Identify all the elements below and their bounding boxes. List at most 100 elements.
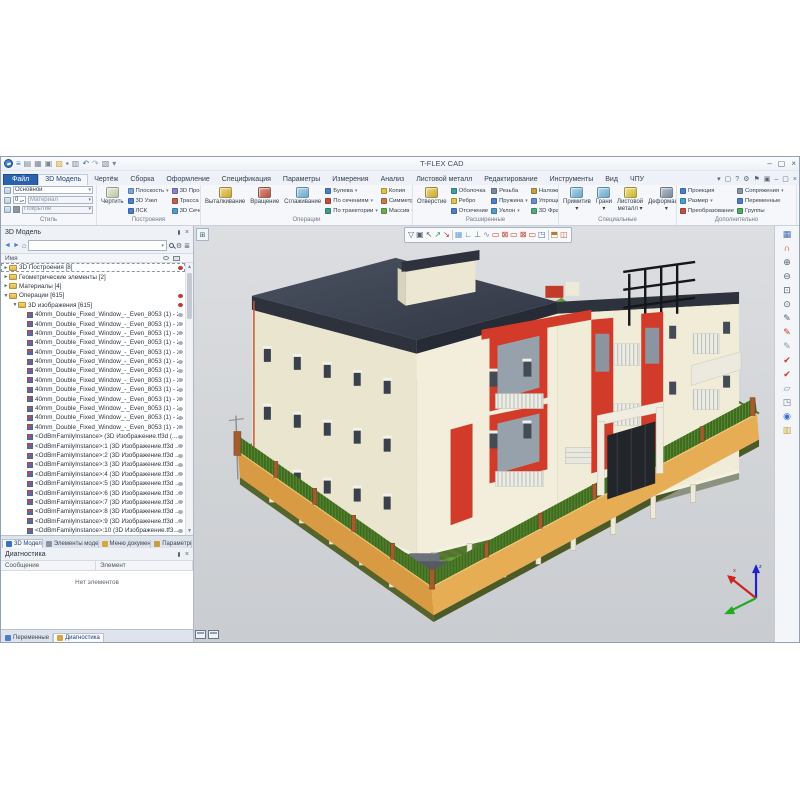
doc-restore-icon[interactable]: ▢ (782, 175, 789, 183)
visibility-eye-icon[interactable] (178, 444, 183, 448)
workspace-icon[interactable]: ▣ (764, 175, 771, 183)
select-field[interactable]: Основной▾ (13, 186, 93, 194)
visibility-eye-icon[interactable] (178, 360, 183, 364)
doc-close-icon[interactable]: × (793, 176, 797, 183)
new-window-icon[interactable]: ▣ (45, 159, 53, 169)
visibility-eye-icon[interactable] (178, 519, 183, 523)
panel-tab[interactable]: Меню докумен... (99, 540, 152, 548)
minimize-button[interactable]: – (767, 159, 771, 168)
pin-icon[interactable] (178, 230, 180, 235)
workplane-icon[interactable]: ▦ (455, 228, 463, 242)
spin-field[interactable]: 0▴▾ (13, 196, 26, 204)
visibility-eye-icon[interactable] (178, 454, 183, 458)
snap-on-icon[interactable]: ↗ (434, 228, 441, 242)
ribbon-button[interactable]: Вращение (249, 186, 280, 206)
ribbon-button[interactable]: Симметрия (381, 196, 413, 206)
fragment-icon[interactable]: ◫ (560, 228, 568, 242)
tree-item[interactable]: <OdBmFamilyInstance>:8 (3D Изображение.t… (1, 507, 185, 516)
tree-item[interactable]: ►Материалы [4] (1, 282, 185, 291)
tree-item[interactable]: 40mm_Double_Fixed_Window_-_Even_8053 (1)… (1, 404, 185, 413)
ribbon-button[interactable]: Уклон▾ (491, 206, 528, 216)
tree-item[interactable]: 40mm_Double_Fixed_Window_-_Even_8053 (1)… (1, 357, 185, 366)
export-icon[interactable]: ⬒ (551, 228, 559, 242)
tree-item[interactable]: 40mm_Double_Fixed_Window_-_Even_8053 (1)… (1, 423, 185, 432)
ribbon-button[interactable]: Булева▾ (325, 186, 378, 196)
ribbon-button[interactable]: Размер▾ (680, 196, 734, 206)
settings-icon[interactable]: ⚙ (176, 242, 182, 250)
tree-item[interactable]: 40mm_Double_Fixed_Window_-_Even_8053 (1)… (1, 413, 185, 422)
panel-tab[interactable]: Элементы моде... (43, 540, 99, 548)
visibility-eye-icon[interactable] (178, 425, 183, 429)
workplane-3d-icon[interactable]: ◳ (538, 228, 546, 242)
print-icon[interactable]: ▥ (72, 159, 80, 169)
ribbon-button[interactable]: Примитив ▾ (562, 186, 592, 212)
tree-item[interactable]: <OdBmFamilyInstance>:10 (3D Изображение.… (1, 526, 185, 535)
tree-item[interactable]: ►3D Построения [8] (1, 263, 185, 272)
window-icon[interactable]: ▢ (725, 175, 732, 183)
workplane-top-icon[interactable]: ⊠ (501, 228, 508, 242)
ribbon-button[interactable]: Копия (381, 186, 413, 196)
plane-view-icon[interactable]: ▱ (784, 382, 791, 395)
visibility-eye-icon[interactable] (178, 463, 183, 467)
preview-icon[interactable]: ▧ (102, 159, 110, 169)
ribbon-tab[interactable]: 3D Модель (38, 174, 88, 185)
ribbon-button[interactable]: Грани ▾ (595, 186, 613, 212)
workplane-front-icon[interactable]: ▭ (492, 228, 500, 242)
ribbon-button[interactable]: Плоскость▾ (128, 186, 169, 196)
render-mode-icon[interactable]: ◉ (783, 410, 791, 423)
ribbon-tab[interactable]: Измерения (326, 175, 374, 185)
ribbon-button[interactable]: Чертить (100, 186, 125, 206)
flag-icon[interactable]: ⚑ (753, 175, 759, 183)
zoom-window-icon[interactable]: ⊡ (783, 284, 791, 297)
window-layout-icon[interactable]: ▦ (783, 228, 792, 241)
visibility-eye-icon[interactable] (178, 388, 183, 392)
visibility-eye-icon[interactable] (178, 294, 183, 298)
tree-item[interactable]: 40mm_Double_Fixed_Window_-_Even_8053 (1)… (1, 376, 185, 385)
apply-icon[interactable]: ✔ (783, 354, 791, 367)
ribbon-button[interactable]: Деформация ▾ (647, 186, 677, 212)
save-document-icon[interactable]: ▪ (66, 159, 69, 169)
ribbon-button[interactable]: 3D Фрагмент▾ (531, 206, 559, 216)
visibility-eye-icon[interactable] (178, 378, 183, 382)
visibility-eye-icon[interactable] (178, 397, 183, 401)
ribbon-button[interactable]: Сопряжения▾ (737, 186, 784, 196)
ribbon-button[interactable]: По траектории▾ (325, 206, 378, 216)
scroll-down-icon[interactable]: ▼ (186, 528, 193, 534)
ribbon-button[interactable]: 3D Профиль (172, 186, 201, 196)
visibility-eye-icon[interactable] (178, 313, 183, 317)
visibility-eye-icon[interactable] (178, 303, 183, 307)
open-document-icon[interactable]: ▨ (55, 159, 63, 169)
ribbon-button[interactable]: Оболочка (451, 186, 488, 196)
ribbon-button[interactable]: Массив▾ (381, 206, 413, 216)
visibility-eye-icon[interactable] (178, 510, 183, 514)
search-icon[interactable] (169, 243, 174, 248)
ribbon-tab[interactable]: Файл (3, 174, 38, 185)
material-view-icon[interactable]: ▥ (783, 424, 792, 437)
ribbon-tab[interactable]: Оформление (160, 175, 215, 185)
visibility-eye-icon[interactable] (178, 529, 183, 533)
visibility-eye-icon[interactable] (178, 266, 183, 270)
snap-off-icon[interactable]: ↘ (443, 228, 450, 242)
tree-item[interactable]: ▼Операции [615] (1, 291, 185, 300)
ribbon-tab[interactable]: Чертёж (88, 175, 124, 185)
tree-item[interactable]: <OdBmFamilyInstance>:7 (3D Изображение.t… (1, 498, 185, 507)
home-icon[interactable]: ⌂ (22, 241, 27, 250)
tree-item[interactable]: 40mm_Double_Fixed_Window_-_Even_8053 (1)… (1, 310, 185, 319)
visibility-eye-icon[interactable] (178, 435, 183, 439)
back-arrow-icon[interactable]: ◄ (4, 242, 11, 249)
tree-item[interactable]: <OdBmFamilyInstance>:4 (3D Изображение.t… (1, 470, 185, 479)
ribbon-button[interactable]: Преобразование (680, 206, 734, 216)
tree-scrollbar[interactable]: ▲ ▼ (185, 263, 193, 535)
ribbon-tab[interactable]: Анализ (375, 175, 411, 185)
ribbon-button[interactable]: ЛСК (128, 206, 169, 216)
tree-item[interactable]: 40mm_Double_Fixed_Window_-_Even_8053 (1)… (1, 338, 185, 347)
ribbon-button[interactable]: Трасса▾ (172, 196, 201, 206)
magnet-icon[interactable]: ∩ (784, 242, 790, 255)
3d-viewport[interactable]: z x ⊞ ▽▣↖↗↘▦∟⊥∿▭⊠▭⊠▭◳⬒◫ (194, 226, 774, 642)
axis-icon[interactable]: ⊥ (474, 228, 481, 242)
ribbon-button[interactable]: Выталкивание (204, 186, 246, 206)
pick-arrow-icon[interactable]: ↖ (426, 228, 433, 242)
profile-icon[interactable]: ∿ (483, 228, 490, 242)
doc-minimize-icon[interactable]: – (774, 176, 778, 183)
pin-icon[interactable] (178, 552, 180, 557)
